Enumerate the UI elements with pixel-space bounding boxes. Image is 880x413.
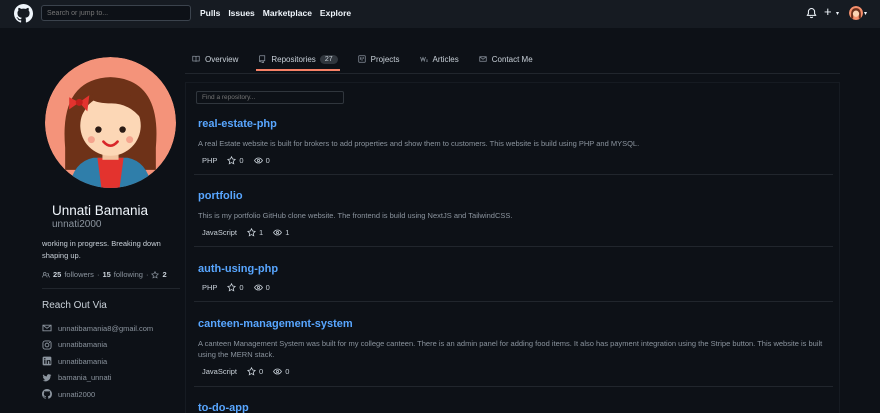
divider: [194, 174, 833, 175]
repo-watchers[interactable]: 0: [273, 367, 289, 376]
profile-username: unnati2000: [52, 219, 102, 230]
contact-linkedin[interactable]: unnatibamania: [42, 353, 153, 370]
repo-name-link[interactable]: canteen-management-system: [198, 318, 833, 330]
repo-meta: PHP 0 0: [198, 156, 833, 165]
eye-icon: [273, 229, 283, 236]
project-icon: [357, 55, 366, 63]
eye-icon: [273, 368, 283, 375]
people-icon: [42, 271, 50, 278]
following-label[interactable]: following: [114, 270, 143, 279]
star-icon: [151, 270, 160, 279]
repo-description: A real Estate website is built for broke…: [198, 139, 640, 148]
tabs-underline: [185, 73, 840, 74]
tab-repositories[interactable]: Repositories 27: [256, 50, 340, 71]
repo-language: JavaScript: [202, 228, 238, 237]
tab-projects[interactable]: Projects: [357, 50, 400, 68]
repo-item: auth-using-php PHP 0 0: [198, 263, 833, 292]
repo-meta: JavaScript 0 0: [198, 367, 833, 376]
stars-count[interactable]: 2: [162, 270, 166, 279]
repo-language: PHP: [202, 283, 218, 292]
star-icon: [247, 228, 257, 237]
tab-articles[interactable]: Articles: [419, 50, 459, 68]
book-icon: [192, 55, 200, 62]
top-header: Pulls Issues Marketplace Explore + ▾ ▾: [0, 0, 880, 28]
repo-stars[interactable]: 0: [227, 156, 244, 165]
user-avatar-menu[interactable]: [849, 6, 863, 20]
instagram-icon: [42, 340, 52, 350]
repo-stars[interactable]: 1: [247, 228, 263, 237]
contact-list: unnatibamania8@gmail.com unnatibamania u…: [42, 320, 153, 403]
create-new-button[interactable]: +: [824, 5, 832, 19]
repo-watchers[interactable]: 0: [253, 283, 270, 292]
repo-meta: JavaScript 1 1: [198, 228, 833, 237]
repo-item: portfolio This is my portfolio GitHub cl…: [198, 190, 833, 237]
header-nav: Pulls Issues Marketplace Explore: [200, 8, 351, 18]
repo-name-link[interactable]: to-do-app: [198, 402, 833, 413]
dot-separator: ·: [96, 270, 100, 279]
bell-icon[interactable]: [806, 7, 817, 19]
articles-icon: [419, 56, 428, 63]
repo-meta: PHP 0 0: [198, 283, 833, 292]
contact-twitter[interactable]: bamania_unnati: [42, 370, 153, 387]
repo-stars[interactable]: 0: [227, 283, 244, 292]
star-icon: [227, 283, 237, 292]
repo-item: canteen-management-system A canteen Mana…: [198, 318, 833, 376]
repo-count-badge: 27: [319, 54, 338, 64]
profile-name: Unnati Bamania: [52, 203, 149, 218]
dot-separator: ·: [145, 270, 149, 279]
chevron-down-icon[interactable]: ▾: [864, 10, 867, 17]
profile-tabs: Overview Repositories 27 Projects Articl…: [192, 50, 553, 72]
nav-issues[interactable]: Issues: [228, 8, 254, 18]
repo-item: to-do-app: [198, 402, 833, 413]
divider: [194, 386, 833, 387]
eye-icon: [253, 284, 263, 291]
repo-description: A canteen Management System was built fo…: [198, 339, 823, 359]
repo-icon: [259, 55, 266, 63]
twitter-icon: [42, 373, 52, 382]
followers-label[interactable]: followers: [64, 270, 94, 279]
find-repository-input[interactable]: [196, 91, 344, 104]
repo-language: PHP: [202, 156, 218, 165]
contact-instagram[interactable]: unnatibamania: [42, 337, 153, 354]
contact-github[interactable]: unnati2000: [42, 386, 153, 403]
repo-description: This is my portfolio GitHub clone websit…: [198, 211, 513, 220]
following-count[interactable]: 15: [102, 270, 110, 279]
contact-email[interactable]: unnatibamania8@gmail.com: [42, 320, 153, 337]
nav-marketplace[interactable]: Marketplace: [263, 8, 312, 18]
profile-bio: working in progress. Breaking down shapi…: [42, 239, 161, 260]
tab-overview[interactable]: Overview: [192, 50, 238, 68]
tab-contact-me[interactable]: Contact Me: [479, 50, 533, 68]
divider: [194, 246, 833, 247]
github-logo-icon[interactable]: [14, 4, 33, 23]
eye-icon: [253, 157, 263, 164]
mail-icon: [42, 324, 52, 332]
search-input[interactable]: [41, 5, 191, 21]
divider: [42, 288, 180, 289]
follow-stats: 25 followers · 15 following · 2: [42, 270, 167, 279]
nav-pulls[interactable]: Pulls: [200, 8, 220, 18]
repo-name-link[interactable]: real-estate-php: [198, 118, 833, 130]
repo-name-link[interactable]: auth-using-php: [198, 263, 833, 275]
repo-watchers[interactable]: 1: [273, 228, 289, 237]
profile-avatar: [45, 57, 176, 188]
nav-explore[interactable]: Explore: [320, 8, 351, 18]
repo-stars[interactable]: 0: [247, 367, 263, 376]
chevron-down-icon[interactable]: ▾: [836, 10, 839, 17]
repo-language: JavaScript: [202, 367, 238, 376]
mail-icon: [479, 56, 487, 62]
github-icon: [42, 389, 52, 400]
followers-count[interactable]: 25: [53, 270, 61, 279]
star-icon: [227, 156, 237, 165]
repo-name-link[interactable]: portfolio: [198, 190, 833, 202]
linkedin-icon: [42, 356, 52, 366]
repo-watchers[interactable]: 0: [253, 156, 270, 165]
star-icon: [247, 367, 257, 376]
repo-item: real-estate-php A real Estate website is…: [198, 118, 833, 165]
reach-out-title: Reach Out Via: [42, 300, 107, 311]
divider: [194, 301, 833, 302]
